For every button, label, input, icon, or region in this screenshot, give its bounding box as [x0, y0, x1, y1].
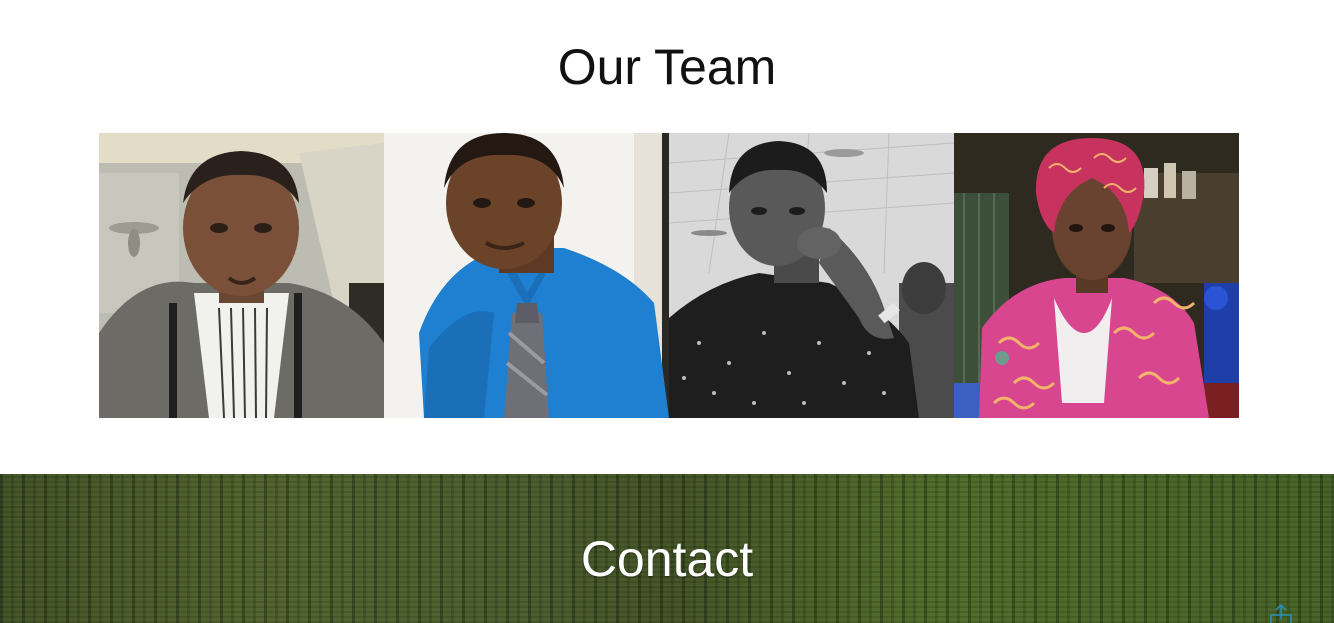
team-grid [99, 133, 1239, 418]
team-member-photo-2[interactable] [384, 133, 669, 418]
team-member-photo-1[interactable] [99, 133, 384, 418]
team-member-photo-4[interactable] [954, 133, 1239, 418]
contact-heading: Contact [580, 531, 754, 587]
member-4-image [954, 133, 1239, 418]
team-member-photo-3[interactable] [669, 133, 954, 418]
member-2-image [384, 133, 669, 418]
team-heading: Our Team [557, 39, 777, 95]
scroll-to-top-icon[interactable] [1268, 603, 1294, 623]
page: Our Team Contact [0, 0, 1334, 623]
team-section: Our Team [0, 0, 1334, 474]
contact-section: Contact [0, 474, 1334, 623]
member-3-image [669, 133, 954, 418]
member-1-image [99, 133, 384, 418]
